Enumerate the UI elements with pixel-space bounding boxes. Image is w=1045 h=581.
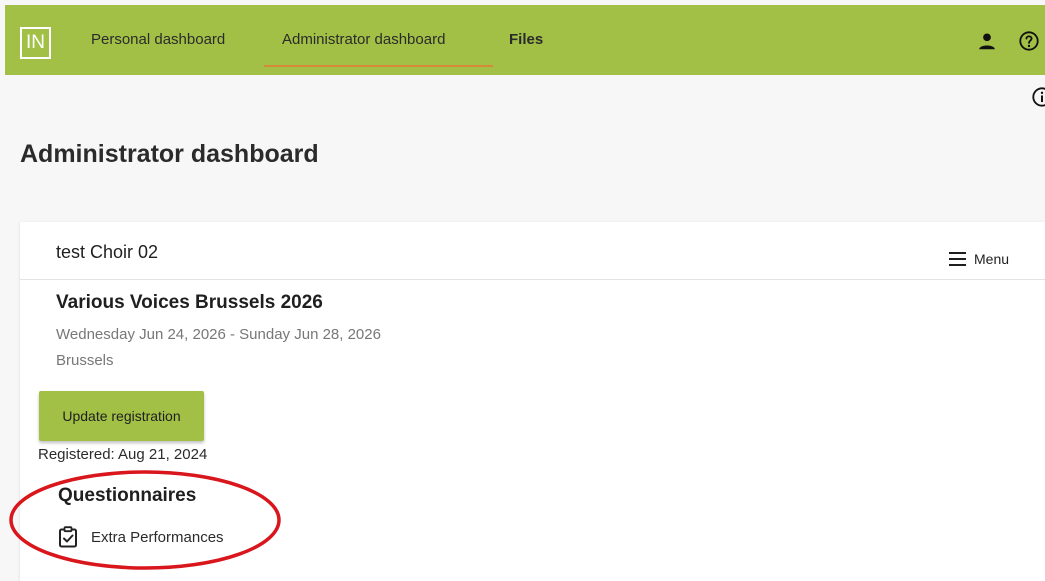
- menu-icon: [949, 252, 966, 266]
- nav-personal-dashboard[interactable]: Personal dashboard: [91, 5, 225, 75]
- event-city: Brussels: [56, 352, 114, 369]
- registered-date: Registered: Aug 21, 2024: [38, 446, 208, 463]
- page-title: Administrator dashboard: [20, 140, 319, 168]
- info-icon[interactable]: [1031, 86, 1045, 108]
- top-navigation-bar: IN Personal dashboard Administrator dash…: [5, 5, 1045, 75]
- menu-button[interactable]: Menu: [949, 248, 1009, 270]
- active-tab-indicator: [264, 65, 493, 67]
- choir-name: test Choir 02: [56, 242, 159, 262]
- choir-card: test Choir 02 Menu Various Voices Brusse…: [20, 222, 1045, 581]
- help-icon[interactable]: [1018, 30, 1040, 52]
- questionnaire-item-extra-performances[interactable]: Extra Performances: [58, 526, 224, 548]
- update-registration-button[interactable]: Update registration: [39, 391, 204, 441]
- app-logo[interactable]: IN: [20, 27, 51, 59]
- questionnaires-heading: Questionnaires: [58, 485, 197, 506]
- event-title: Various Voices Brussels 2026: [56, 292, 323, 313]
- nav-files[interactable]: Files: [509, 5, 543, 75]
- menu-label: Menu: [974, 251, 1010, 267]
- clipboard-check-icon: [59, 526, 77, 548]
- card-header: test Choir 02 Menu: [20, 222, 1045, 280]
- event-dates: Wednesday Jun 24, 2026 - Sunday Jun 28, …: [56, 326, 381, 343]
- person-icon[interactable]: [976, 30, 998, 52]
- questionnaire-item-label: Extra Performances: [91, 528, 224, 546]
